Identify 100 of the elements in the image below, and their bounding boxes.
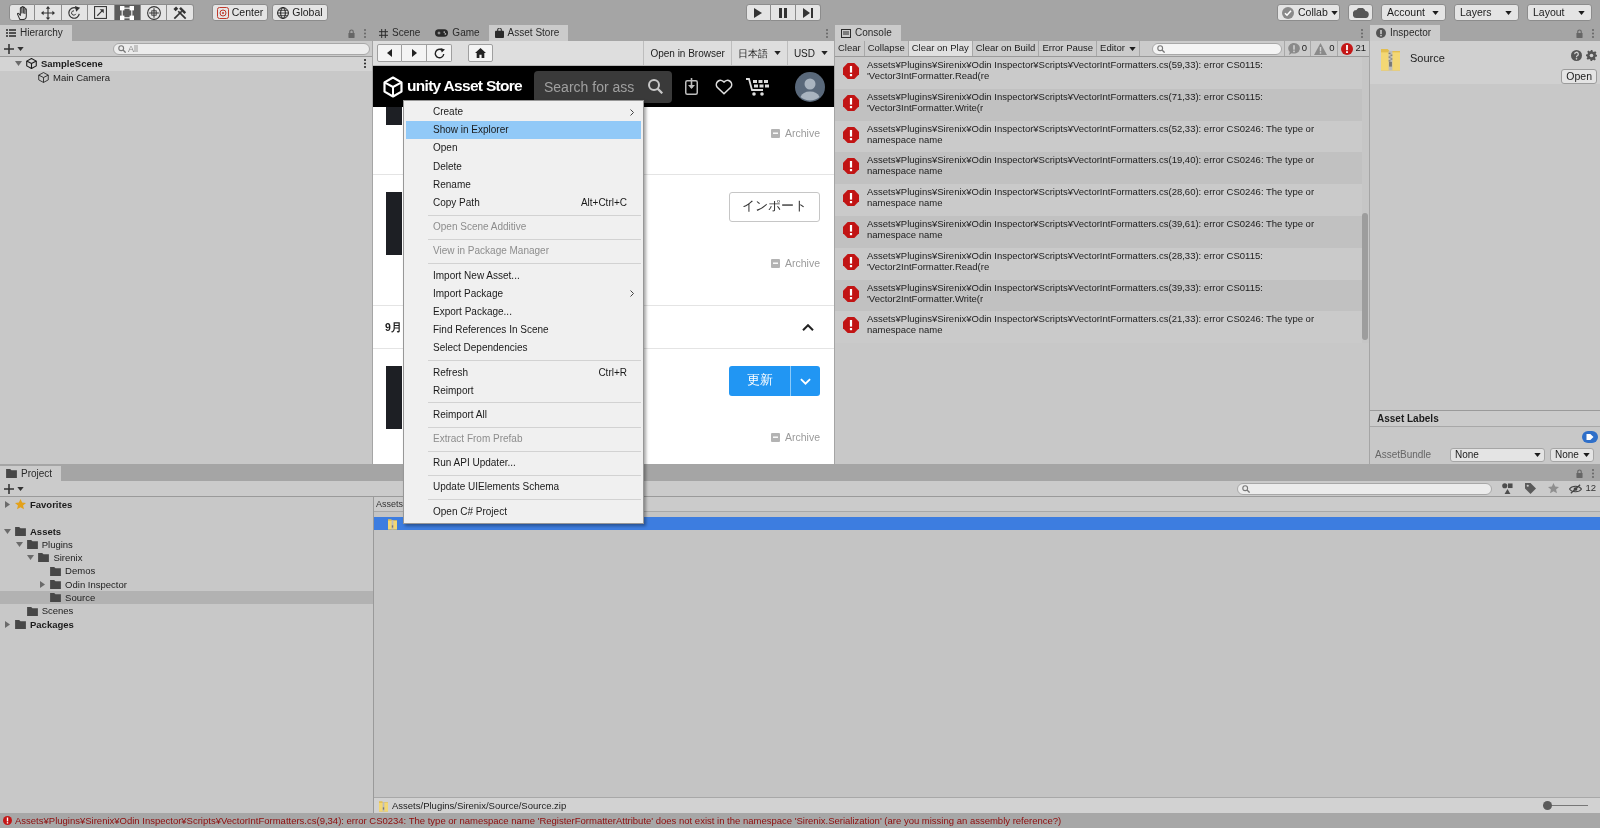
menu-item[interactable]: Import Package: [406, 284, 641, 303]
collapsed-arrow-icon[interactable]: [40, 580, 46, 588]
transform-tool-button[interactable]: [140, 4, 168, 21]
hand-tool-button[interactable]: [9, 4, 36, 21]
menu-item[interactable]: Update UIElements Schema: [406, 478, 641, 497]
expanded-arrow-icon[interactable]: [15, 542, 23, 548]
search-field[interactable]: [1151, 42, 1282, 55]
menu-item[interactable]: Select Dependencies: [406, 339, 641, 358]
chevron-up-icon[interactable]: [802, 323, 814, 331]
move-tool-button[interactable]: [35, 4, 62, 21]
console-message[interactable]: Assets¥Plugins¥Sirenix¥Odin Inspector¥Scripts¥VectorIntFormatters.cs(19,40): error CS0246: The type or namespace name: [835, 152, 1362, 185]
heart-icon[interactable]: [715, 78, 733, 95]
store-logo-text[interactable]: unity Asset Store: [407, 77, 522, 96]
import-button[interactable]: インポート: [729, 192, 820, 222]
slider-thumb[interactable]: [1543, 801, 1552, 810]
tree-item[interactable]: Assets: [0, 524, 373, 538]
tag-icon[interactable]: [1582, 431, 1598, 443]
language-dropdown[interactable]: 日本語: [730, 41, 787, 65]
toggle-button[interactable]: Error Pause: [1039, 41, 1098, 56]
menu-item[interactable]: Open: [406, 139, 641, 158]
dropdown-toggle-button[interactable]: [790, 366, 820, 396]
search-field[interactable]: [1237, 482, 1493, 495]
menu-item[interactable]: Refresh Ctrl+R: [406, 363, 641, 382]
panel-tab[interactable]: Console: [835, 25, 901, 41]
panel-tab[interactable]: Project: [0, 466, 62, 481]
open-button[interactable]: Open: [1561, 69, 1597, 84]
variant-dropdown[interactable]: None: [1550, 448, 1594, 462]
info-filter-button[interactable]: 0: [1283, 41, 1311, 56]
console-message[interactable]: Assets¥Plugins¥Sirenix¥Odin Inspector¥Scripts¥VectorIntFormatters.cs(39,33): error CS0115: 'Vector2IntFormatter.Write(r: [835, 279, 1362, 312]
menu-item[interactable]: Rename: [406, 175, 641, 194]
menu-item[interactable]: Show in Explorer: [406, 121, 641, 140]
tag-icon[interactable]: [1525, 483, 1537, 494]
menu-item[interactable]: Run API Updater...: [406, 454, 641, 473]
menu-item[interactable]: Reimport All: [406, 405, 641, 424]
collapsed-arrow-icon[interactable]: [5, 501, 10, 509]
tree-item[interactable]: Main Camera: [0, 70, 372, 84]
scene-row[interactable]: SampleScene: [0, 57, 372, 71]
menu-item[interactable]: Export Package...: [406, 302, 641, 322]
menu-item[interactable]: Import New Asset...: [406, 266, 641, 285]
menu-item[interactable]: Find References In Scene: [406, 321, 641, 340]
star-icon[interactable]: [1548, 483, 1560, 494]
zoom-slider-track[interactable]: [1543, 801, 1588, 810]
panel-tab[interactable]: Scene: [373, 25, 430, 41]
tree-item[interactable]: Packages: [0, 617, 373, 631]
rect-tool-button[interactable]: [114, 4, 141, 21]
tree-item[interactable]: Sirenix: [0, 551, 373, 565]
menu-item[interactable]: Copy Path Alt+Ctrl+C: [406, 193, 641, 213]
download-icon[interactable]: [685, 78, 698, 95]
store-search-field[interactable]: Search for ass: [534, 70, 672, 103]
toggle-button[interactable]: Clear on Build: [972, 41, 1040, 56]
tree-item[interactable]: Favorites: [0, 498, 373, 512]
reload-button[interactable]: [427, 44, 452, 62]
step-button[interactable]: [795, 4, 821, 21]
account-dropdown[interactable]: Account: [1381, 4, 1446, 21]
play-button[interactable]: [745, 4, 771, 21]
error-filter-button[interactable]: 21: [1337, 41, 1369, 56]
console-message[interactable]: Assets¥Plugins¥Sirenix¥Odin Inspector¥Scripts¥VectorIntFormatters.cs(39,61): error CS0246: The type or namespace name: [835, 216, 1362, 248]
back-button[interactable]: [377, 44, 402, 62]
collab-dropdown[interactable]: Collab: [1277, 4, 1340, 21]
breadcrumb-link[interactable]: Assets: [376, 498, 403, 510]
pause-button[interactable]: [770, 4, 796, 21]
settings-icon[interactable]: [1586, 50, 1597, 61]
home-button[interactable]: [468, 44, 493, 62]
panel-tab[interactable]: Asset Store: [488, 25, 569, 41]
cart-icon[interactable]: [746, 77, 770, 96]
asset-bundle-dropdown[interactable]: None: [1450, 448, 1545, 462]
layers-dropdown[interactable]: Layers: [1454, 4, 1519, 21]
menu-item[interactable]: Reimport: [406, 381, 641, 400]
shapes-icon[interactable]: [1502, 483, 1514, 494]
tree-item[interactable]: Demos: [0, 564, 373, 578]
layout-dropdown[interactable]: Layout: [1527, 4, 1592, 21]
pivot-mode-button[interactable]: Center: [211, 4, 269, 21]
custom-tool-button[interactable]: [167, 4, 194, 21]
toggle-button[interactable]: Clear on Play: [908, 41, 973, 56]
editor-dropdown[interactable]: Editor: [1097, 41, 1140, 56]
tree-item[interactable]: Scenes: [0, 604, 373, 618]
tree-item[interactable]: Source: [0, 591, 373, 605]
logo-icon[interactable]: [382, 75, 404, 98]
expanded-arrow-icon[interactable]: [4, 528, 11, 534]
collapsed-arrow-icon[interactable]: [5, 620, 10, 628]
clear-button[interactable]: Clear: [835, 41, 865, 56]
menu-item[interactable]: Create: [406, 103, 641, 122]
search-icon[interactable]: [648, 79, 663, 94]
forward-button[interactable]: [402, 44, 427, 62]
help-icon[interactable]: [1571, 50, 1582, 61]
rotate-tool-button[interactable]: [61, 4, 89, 21]
expanded-arrow-icon[interactable]: [27, 555, 35, 561]
cloud-button[interactable]: [1348, 4, 1373, 21]
panel-tab[interactable]: Game: [429, 25, 489, 41]
warning-filter-button[interactable]: 0: [1310, 41, 1338, 56]
expanded-arrow-icon[interactable]: [15, 61, 22, 67]
tree-item[interactable]: Odin Inspector: [0, 577, 373, 592]
currency-dropdown[interactable]: USD: [786, 41, 834, 65]
toggle-button[interactable]: Collapse: [864, 41, 909, 56]
search-field[interactable]: All: [113, 42, 370, 55]
pivot-rotation-button[interactable]: Global: [272, 4, 328, 21]
scrollbar-thumb[interactable]: [1362, 213, 1368, 340]
open-in-browser-button[interactable]: Open in Browser: [643, 41, 731, 65]
scale-tool-button[interactable]: [88, 4, 115, 21]
panel-tab[interactable]: Hierarchy: [0, 25, 72, 41]
